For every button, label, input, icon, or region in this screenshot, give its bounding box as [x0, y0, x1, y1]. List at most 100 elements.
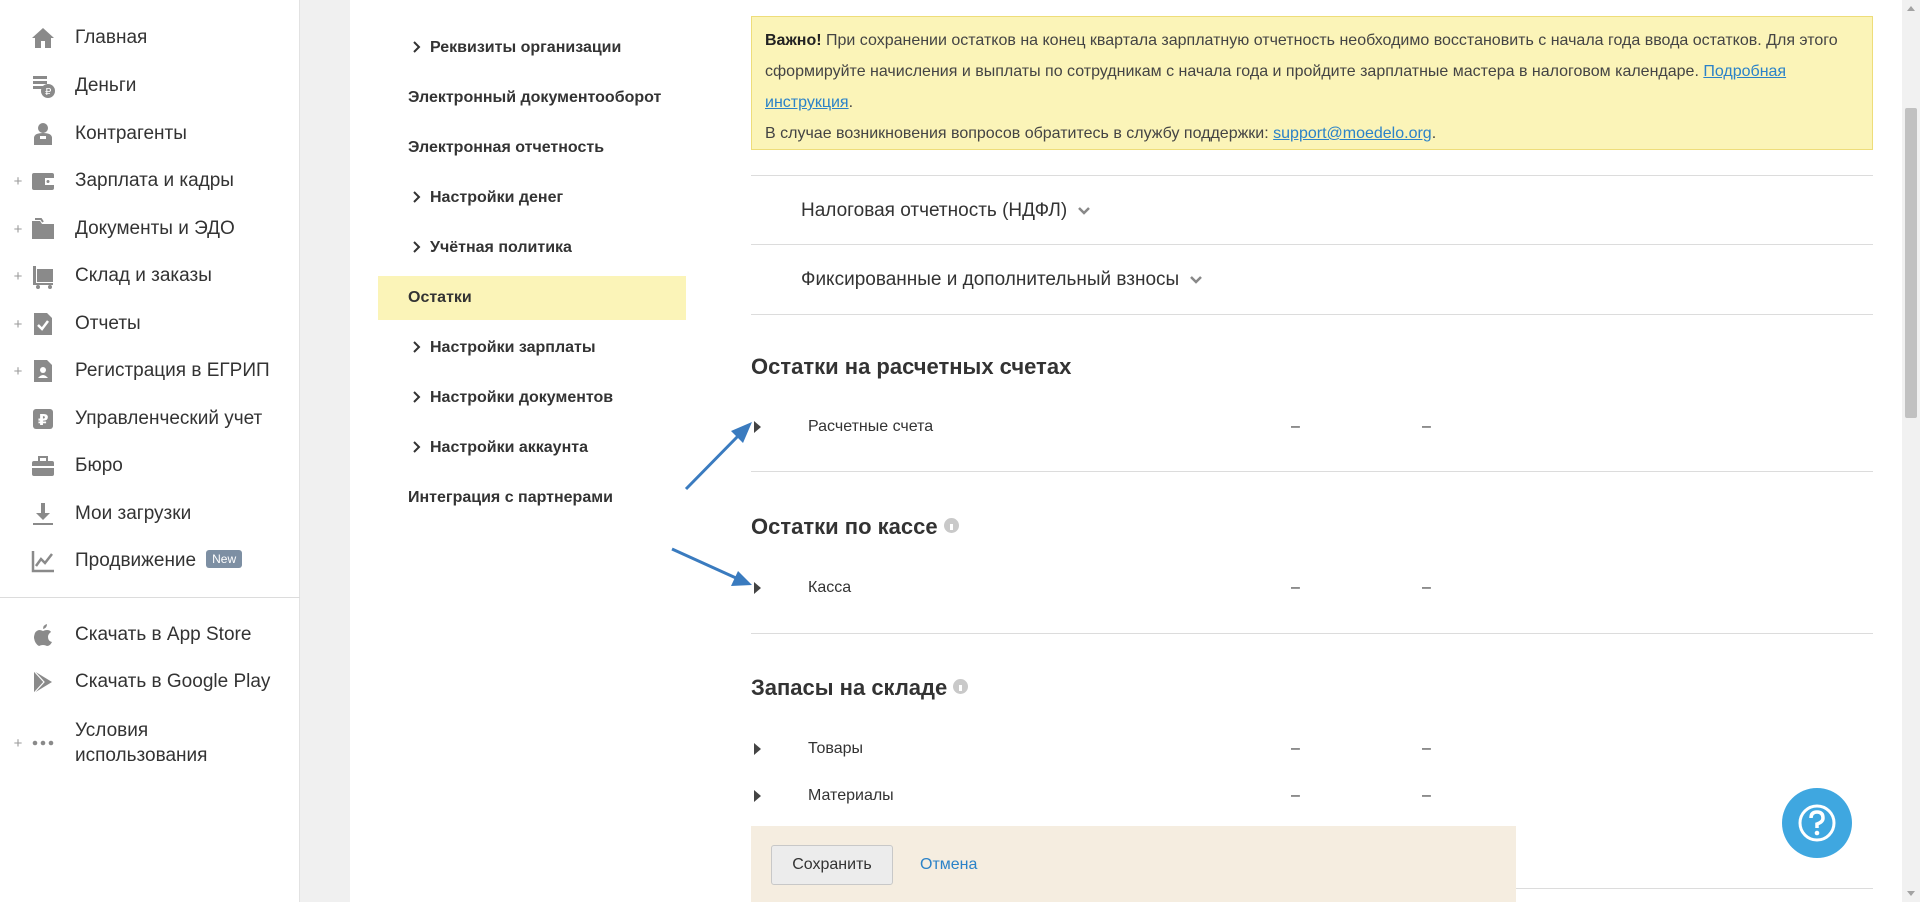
more-icon — [29, 729, 57, 757]
notice-punctuation: . — [1431, 125, 1437, 142]
nav-item-terms[interactable]: + Условия использования — [0, 717, 300, 769]
info-icon[interactable] — [943, 518, 959, 533]
chevron-right-icon — [413, 341, 421, 353]
nav-label: Документы и ЭДО — [75, 218, 235, 239]
settings-menu-label: Настройки зарплаты — [430, 339, 596, 356]
chevron-right-icon — [413, 241, 421, 253]
settings-menu-label: Электронный документооборот — [408, 89, 662, 106]
expand-triangle-icon[interactable] — [754, 582, 761, 594]
chevron-right-icon — [413, 441, 421, 453]
settings-menu-item[interactable]: Учётная политика — [378, 226, 686, 270]
nav-divider — [0, 597, 300, 598]
balance-row: Материалы – – — [751, 776, 1873, 816]
nav-item-google-play[interactable]: Скачать в Google Play — [0, 662, 300, 702]
settings-menu-label: Реквизиты организации — [430, 39, 622, 56]
important-notice: Важно! При сохранении остатков на конец … — [751, 16, 1873, 150]
nav-label: Контрагенты — [75, 123, 187, 144]
info-icon[interactable] — [953, 679, 969, 694]
reports-icon — [29, 310, 57, 338]
notice-text: При сохранении остатков на конец квартал… — [765, 32, 1838, 80]
settings-menu-item[interactable]: Настройки денег — [378, 176, 686, 220]
nav-item-bureau[interactable]: Бюро — [0, 446, 300, 486]
row-value: – — [1291, 787, 1300, 804]
nav-item-money[interactable]: ₽ Деньги — [0, 66, 300, 106]
settings-menu-item-active[interactable]: Остатки — [378, 276, 686, 320]
scrollbar-thumb[interactable] — [1905, 108, 1917, 418]
folder-icon — [29, 215, 57, 243]
settings-menu-label: Настройки денег — [430, 189, 564, 206]
nav-item-contractors[interactable]: Контрагенты — [0, 114, 300, 154]
accordion-contributions[interactable]: Фиксированные и дополнительный взносы — [751, 244, 1873, 314]
nav-label: Главная — [75, 27, 148, 48]
nav-item-management[interactable]: ₽ Управленческий учет — [0, 399, 300, 439]
nav-item-promotion[interactable]: Продвижение New — [0, 541, 300, 581]
nav-item-salary[interactable]: + Зарплата и кадры — [0, 161, 300, 201]
settings-menu-item[interactable]: Настройки аккаунта — [378, 426, 686, 470]
expand-triangle-icon[interactable] — [754, 790, 761, 802]
registration-icon — [29, 357, 57, 385]
money-icon: ₽ — [29, 72, 57, 100]
scroll-down-arrow-icon[interactable] — [1907, 891, 1915, 896]
settings-menu-item[interactable]: Электронный документооборот — [378, 76, 686, 120]
nav-label: Условия использования — [75, 720, 208, 766]
row-value: – — [1291, 418, 1300, 435]
section-title-accounts: Остатки на расчетных счетах — [751, 354, 1072, 379]
nav-label: Скачать в Google Play — [75, 671, 271, 692]
settings-menu-label: Учётная политика — [430, 239, 572, 256]
settings-menu-label: Интеграция с партнерами — [408, 489, 613, 506]
chevron-down-icon — [1078, 206, 1091, 215]
row-value: – — [1422, 740, 1431, 757]
settings-menu-item[interactable]: Настройки зарплаты — [378, 326, 686, 370]
expand-plus-icon[interactable]: + — [12, 268, 24, 285]
nav-item-home[interactable]: Главная — [0, 18, 300, 58]
section-title-cash: Остатки по кассе — [751, 514, 959, 540]
divider — [751, 471, 1873, 472]
save-button[interactable]: Сохранить — [771, 845, 893, 885]
nav-label: Склад и заказы — [75, 265, 212, 286]
row-value: – — [1422, 579, 1431, 596]
settings-menu-item[interactable]: Настройки документов — [378, 376, 686, 420]
accordion-ndfl[interactable]: Налоговая отчетность (НДФЛ) — [751, 175, 1873, 245]
help-button[interactable] — [1782, 788, 1852, 858]
divider — [751, 633, 1873, 634]
balance-row: Расчетные счета – – — [751, 407, 1873, 447]
cancel-link[interactable]: Отмена — [920, 856, 977, 874]
nav-label: Скачать в App Store — [75, 624, 252, 645]
briefcase-icon — [29, 452, 57, 480]
section-title-stock: Запасы на складе — [751, 675, 969, 701]
expand-plus-icon[interactable]: + — [12, 173, 24, 190]
nav-item-warehouse[interactable]: + Склад и заказы — [0, 256, 300, 296]
chevron-right-icon — [413, 41, 421, 53]
scroll-up-arrow-icon[interactable] — [1907, 6, 1915, 11]
row-label: Материалы — [808, 787, 894, 804]
main-panel: Реквизиты организации Электронный докуме… — [350, 0, 1902, 902]
expand-plus-icon[interactable]: + — [12, 221, 24, 238]
settings-menu-label: Настройки аккаунта — [430, 439, 588, 456]
expand-plus-icon[interactable]: + — [12, 735, 24, 752]
expand-plus-icon[interactable]: + — [12, 316, 24, 333]
settings-menu-label: Остатки — [408, 289, 472, 306]
support-email-link[interactable]: support@moedelo.org — [1273, 125, 1432, 142]
nav-item-documents[interactable]: + Документы и ЭДО — [0, 209, 300, 249]
scrollbar[interactable] — [1902, 0, 1920, 902]
contractors-icon — [29, 120, 57, 148]
settings-menu-item[interactable]: Реквизиты организации — [378, 26, 686, 70]
expand-triangle-icon[interactable] — [754, 743, 761, 755]
nav-label: Мои загрузки — [75, 503, 192, 524]
nav-item-app-store[interactable]: Скачать в App Store — [0, 615, 300, 655]
expand-plus-icon[interactable]: + — [12, 363, 24, 380]
nav-label: Зарплата и кадры — [75, 170, 234, 191]
google-play-icon — [29, 668, 57, 696]
svg-text:₽: ₽ — [45, 87, 52, 98]
nav-label: Регистрация в ЕГРИП — [75, 360, 270, 381]
settings-menu-item[interactable]: Интеграция с партнерами — [378, 476, 686, 520]
save-bar: Сохранить Отмена — [751, 826, 1516, 902]
expand-triangle-icon[interactable] — [754, 421, 761, 433]
nav-item-reports[interactable]: + Отчеты — [0, 304, 300, 344]
settings-menu-item[interactable]: Электронная отчетность — [378, 126, 686, 170]
apple-icon — [29, 621, 57, 649]
nav-item-downloads[interactable]: Мои загрузки — [0, 494, 300, 534]
nav-item-registration[interactable]: + Регистрация в ЕГРИП — [0, 351, 300, 391]
chevron-right-icon — [413, 391, 421, 403]
home-icon — [29, 24, 57, 52]
